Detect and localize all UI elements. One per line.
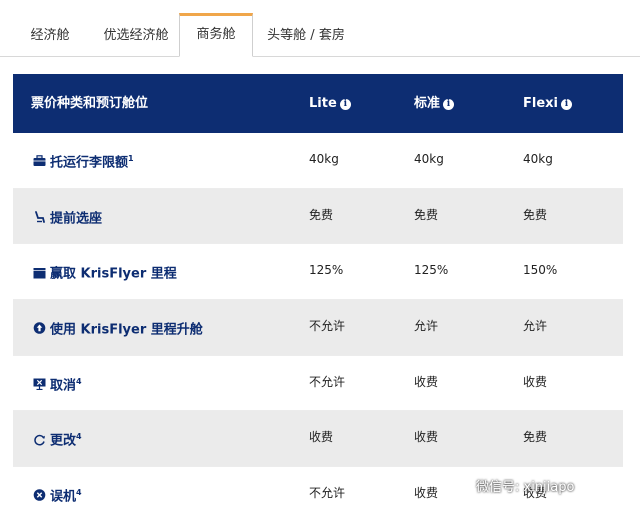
feature-text: 提前选座 <box>50 211 103 227</box>
value-standard: 收费 <box>414 430 439 445</box>
value-lite: 收费 <box>309 430 334 445</box>
feature-text: 更改 <box>50 433 77 449</box>
value-flexi: 免费 <box>523 430 548 445</box>
header-flexi-label: Flexi <box>523 96 558 111</box>
value-standard: 收费 <box>414 374 439 389</box>
feature-label: 提前选座 <box>33 189 102 244</box>
info-icon[interactable]: i <box>443 99 455 110</box>
table-row: 赢取 KrisFlyer 里程 125% 125% 150% <box>13 244 623 301</box>
footnote-marker: 4 <box>76 488 82 498</box>
table-row: 使用 KrisFlyer 里程升舱 不允许 允许 允许 <box>13 300 623 356</box>
cabin-tabs: 经济舱 优选经济舱 商务舱 头等舱 / 套房 <box>0 0 640 57</box>
header-standard-label: 标准 <box>414 96 441 111</box>
value-flexi: 150% <box>523 263 558 278</box>
table-row: 更改4 收费 收费 免费 <box>13 411 623 468</box>
table-row: 取消4 不允许 收费 收费 <box>13 356 623 412</box>
table-header: 票价种类和预订舱位 Lite i 标准 i Flexi i <box>13 74 623 133</box>
value-standard: 免费 <box>414 207 439 222</box>
table-row: 提前选座 免费 免费 免费 <box>13 188 623 245</box>
feature-label: 托运行李限额1 <box>33 133 134 188</box>
value-lite: 不允许 <box>309 319 346 334</box>
value-lite: 40kg <box>309 152 339 166</box>
cancel-icon <box>33 378 46 391</box>
value-flexi: 允许 <box>523 319 548 334</box>
value-flexi: 免费 <box>523 207 548 222</box>
tab-first-suites[interactable]: 头等舱 / 套房 <box>266 14 346 57</box>
upgrade-icon <box>33 322 46 335</box>
feature-label: 赢取 KrisFlyer 里程 <box>33 244 177 299</box>
feature-label: 使用 KrisFlyer 里程升舱 <box>33 300 203 355</box>
value-standard: 40kg <box>414 152 444 166</box>
value-standard: 125% <box>414 263 449 278</box>
info-icon[interactable]: i <box>339 99 351 110</box>
header-lite: Lite i <box>309 74 351 133</box>
value-lite: 不允许 <box>309 374 346 389</box>
feature-text: 赢取 KrisFlyer 里程 <box>50 266 177 282</box>
feature-label: 更改4 <box>33 411 82 466</box>
tab-economy[interactable]: 经济舱 <box>22 14 78 57</box>
feature-text: 托运行李限额 <box>50 155 129 171</box>
tab-premium-economy[interactable]: 优选经济舱 <box>94 14 178 57</box>
info-icon[interactable]: i <box>561 99 572 110</box>
footnote-marker: 4 <box>76 376 82 386</box>
value-lite: 免费 <box>309 207 334 222</box>
header-flexi: Flexi i <box>523 74 572 133</box>
footnote-marker: 1 <box>128 154 134 163</box>
tab-business[interactable]: 商务舱 <box>179 13 253 57</box>
baggage-icon <box>33 155 46 167</box>
miles-icon <box>33 267 46 279</box>
table-row: 托运行李限额1 40kg 40kg 40kg <box>13 133 623 189</box>
watermark-text: 微信号: xinjiapo <box>476 480 575 495</box>
feature-text: 取消 <box>50 378 77 394</box>
feature-label: 误机4 <box>33 467 82 518</box>
header-standard: 标准 i <box>414 74 455 133</box>
feature-label: 取消4 <box>33 356 82 411</box>
wechat-icon <box>446 479 470 497</box>
value-standard: 收费 <box>414 486 439 501</box>
feature-text: 使用 KrisFlyer 里程升舱 <box>50 322 203 338</box>
value-flexi: 40kg <box>523 152 553 166</box>
value-lite: 125% <box>309 263 344 278</box>
header-fare-type: 票价种类和预订舱位 <box>31 96 149 111</box>
missed-flight-icon <box>33 489 46 502</box>
wechat-watermark: 微信号: xinjiapo <box>446 476 574 500</box>
fare-comparison-table: 票价种类和预订舱位 Lite i 标准 i Flexi i 托运行李限额1 40kg … <box>13 74 623 518</box>
footnote-marker: 4 <box>76 432 82 442</box>
value-flexi: 收费 <box>523 374 548 389</box>
feature-text: 误机 <box>50 489 77 505</box>
value-standard: 允许 <box>414 319 439 334</box>
seat-icon <box>35 211 45 223</box>
change-icon <box>34 434 45 446</box>
header-lite-label: Lite <box>309 96 337 111</box>
value-lite: 不允许 <box>309 486 346 501</box>
